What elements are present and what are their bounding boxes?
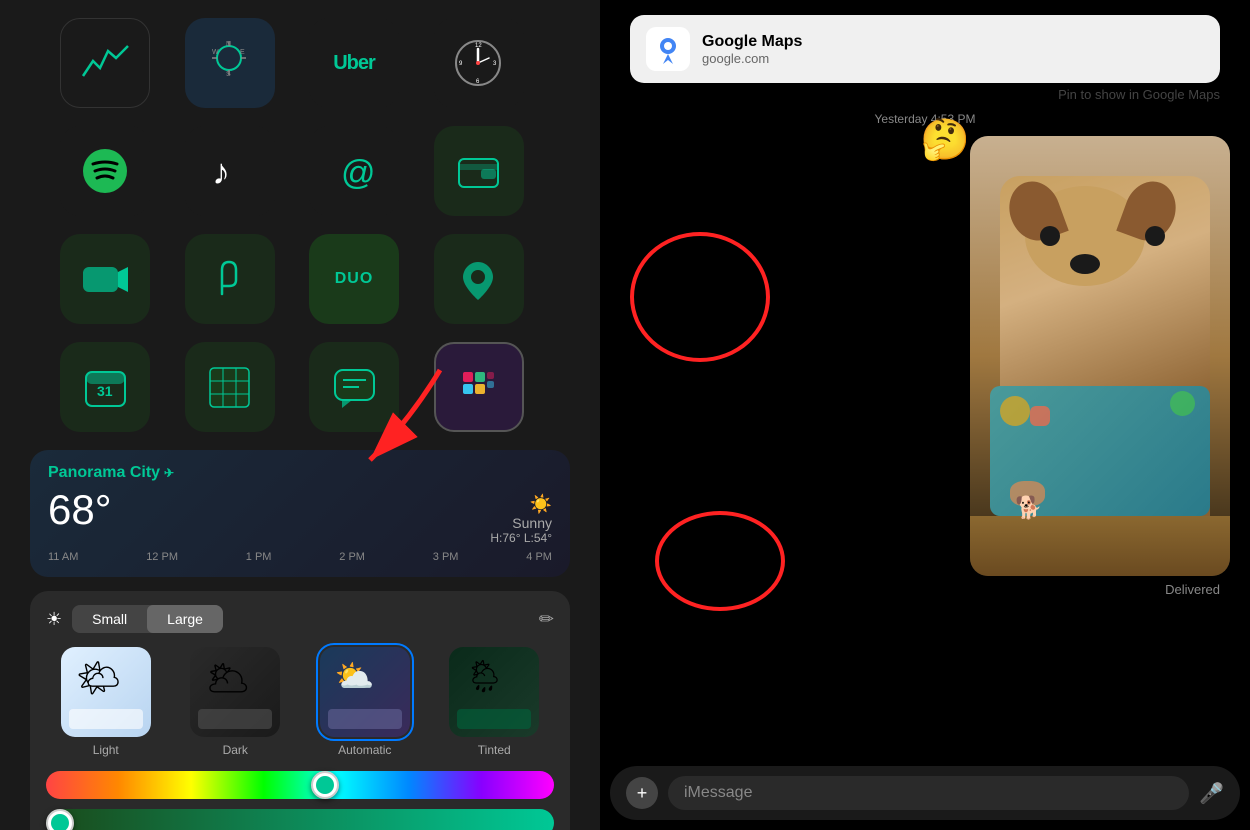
theme-thumb-dark[interactable]: 🌥 xyxy=(190,647,280,737)
time-1: 11 AM xyxy=(48,551,78,563)
gmaps-url: google.com xyxy=(702,51,1204,66)
size-btn-group: Small Large xyxy=(72,605,223,633)
bottom-controls: ☀ Small Large ✏ 🌤 Light 🌥 xyxy=(30,591,570,830)
app-icon-gchat[interactable] xyxy=(309,342,399,432)
weather-info: ☀️ Sunny H:76° L:54° xyxy=(490,486,552,545)
app-icon-clock[interactable]: 12 3 6 9 xyxy=(434,18,524,108)
theme-thumb-auto[interactable]: ⛅ xyxy=(320,647,410,737)
theme-option-tinted[interactable]: 🌦 Tinted xyxy=(435,647,555,757)
weather-city: Panorama City xyxy=(48,464,552,482)
theme-label-tinted: Tinted xyxy=(478,743,511,757)
duo-label: DUO xyxy=(335,270,374,288)
app-icon-robinhood[interactable] xyxy=(185,234,275,324)
delivered-status: Delivered xyxy=(600,582,1220,597)
theme-label-auto: Automatic xyxy=(338,743,391,757)
app-grid: W E N S Uber 12 3 6 9 xyxy=(0,0,600,432)
app-icon-tiktok[interactable]: ♪ xyxy=(185,126,275,216)
theme-label-dark: Dark xyxy=(223,743,248,757)
imessage-input[interactable]: iMessage xyxy=(668,776,1189,810)
theme-option-light[interactable]: 🌤 Light xyxy=(46,647,166,757)
app-icon-spotify[interactable] xyxy=(60,126,150,216)
size-controls: ☀ Small Large ✏ xyxy=(46,605,554,633)
dog-photo-bubble[interactable]: 🐕 xyxy=(970,136,1230,576)
app-icon-duo[interactable]: DUO xyxy=(309,234,399,324)
app-icon-sheets[interactable] xyxy=(185,342,275,432)
edit-icon[interactable]: ✏ xyxy=(539,609,554,630)
weather-temp: 68° xyxy=(48,486,112,534)
imessage-plus-button[interactable]: + xyxy=(626,777,658,809)
size-large-button[interactable]: Large xyxy=(147,605,223,633)
brightness-thumb-inner xyxy=(51,814,69,830)
gmaps-info: Google Maps google.com xyxy=(702,33,1204,66)
theme-option-dark[interactable]: 🌥 Dark xyxy=(176,647,296,757)
svg-text:E: E xyxy=(240,49,245,56)
app-icon-uber[interactable]: Uber xyxy=(309,18,399,108)
size-small-button[interactable]: Small xyxy=(72,605,147,633)
time-6: 4 PM xyxy=(526,551,552,563)
sticker-dog: 🐕 xyxy=(1015,495,1042,521)
gmaps-title: Google Maps xyxy=(702,33,1204,51)
time-3: 1 PM xyxy=(246,551,272,563)
time-4: 2 PM xyxy=(339,551,365,563)
weather-icon: ☀️ xyxy=(490,494,552,515)
imessage-bar: + iMessage 🎤 xyxy=(610,766,1240,820)
app-icon-wallet[interactable] xyxy=(434,126,524,216)
svg-text:♪: ♪ xyxy=(212,151,230,192)
svg-text:@: @ xyxy=(341,154,376,192)
chat-area: Yesterday 4:53 PM 🤔 xyxy=(600,102,1250,766)
app-icon-maps[interactable]: W E N S xyxy=(185,18,275,108)
app-icon-facetime[interactable] xyxy=(60,234,150,324)
color-slider-thumb[interactable] xyxy=(311,771,339,799)
app-icon-threads[interactable]: @ xyxy=(309,126,399,216)
theme-option-automatic[interactable]: ⛅ Automatic xyxy=(305,647,425,757)
gmaps-icon xyxy=(646,27,690,71)
weather-timeline: 11 AM 12 PM 1 PM 2 PM 3 PM 4 PM xyxy=(48,551,552,563)
emoji-sticker: 🤔 xyxy=(920,116,970,163)
brightness-slider-thumb[interactable] xyxy=(46,809,74,830)
left-panel: W E N S Uber 12 3 6 9 xyxy=(0,0,600,830)
time-2: 12 PM xyxy=(146,551,178,563)
color-slider[interactable] xyxy=(46,771,554,799)
weather-high: H:76° L:54° xyxy=(490,531,552,545)
weather-widget: Panorama City 68° ☀️ Sunny H:76° L:54° 1… xyxy=(30,450,570,577)
microphone-icon[interactable]: 🎤 xyxy=(1199,781,1224,806)
gmaps-card: Google Maps google.com xyxy=(630,15,1220,83)
time-5: 3 PM xyxy=(433,551,459,563)
pin-action-text: Pin to show in Google Maps xyxy=(600,87,1220,102)
theme-thumb-tinted[interactable]: 🌦 xyxy=(449,647,539,737)
svg-text:S: S xyxy=(226,71,231,78)
app-icon-googlemaps[interactable] xyxy=(434,234,524,324)
app-icon-slack[interactable] xyxy=(434,342,524,432)
theme-thumb-light[interactable]: 🌤 xyxy=(61,647,151,737)
weather-condition: Sunny xyxy=(490,515,552,531)
svg-text:31: 31 xyxy=(97,383,113,399)
right-panel: Google Maps google.com Pin to show in Go… xyxy=(600,0,1250,830)
app-icon-calendar[interactable]: 31 xyxy=(60,342,150,432)
brightness-slider[interactable] xyxy=(46,809,554,830)
app-icon-stocks[interactable] xyxy=(60,18,150,108)
svg-text:N: N xyxy=(226,41,231,48)
svg-text:W: W xyxy=(212,49,219,56)
theme-label-light: Light xyxy=(93,743,119,757)
brightness-icon: ☀ xyxy=(46,609,62,630)
theme-selector: 🌤 Light 🌥 Dark ⛅ Automatic xyxy=(46,647,554,757)
slider-thumb-inner xyxy=(316,776,334,794)
uber-label: Uber xyxy=(333,52,375,75)
